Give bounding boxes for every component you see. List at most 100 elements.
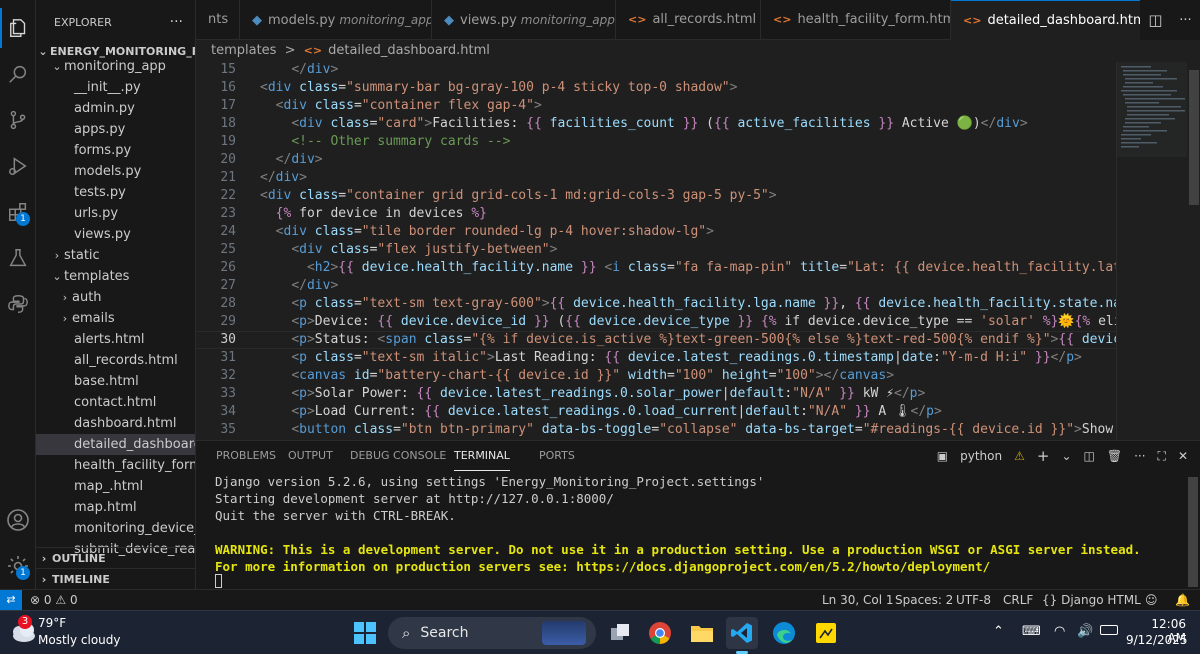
code-token: class: [306, 98, 354, 113]
windows-taskbar: 3 79°F Mostly cloudy ⌕ Search ⌃ ⌨ ◠ 🔊 12…: [0, 610, 1200, 654]
panel-tab[interactable]: TERMINAL: [454, 441, 510, 471]
breadcrumb-file[interactable]: detailed_dashboard.html: [328, 43, 490, 58]
copilot-icon[interactable]: ☺: [1145, 590, 1158, 611]
file-item[interactable]: all_records.html: [36, 350, 195, 371]
editor-tab[interactable]: <> health_facility_form.html: [761, 0, 951, 40]
code-token: {{: [604, 350, 621, 365]
panel-tab[interactable]: OUTPUT: [288, 441, 333, 471]
code-token: =: [839, 260, 848, 275]
terminal-scrollbar[interactable]: [1188, 477, 1198, 587]
code-token: 🌞: [1058, 314, 1075, 329]
file-item[interactable]: map.html: [36, 497, 195, 518]
cursor-position[interactable]: Ln 30, Col 1: [822, 590, 894, 611]
file-item[interactable]: contact.html: [36, 392, 195, 413]
run-debug-icon[interactable]: [0, 146, 36, 186]
battery-icon[interactable]: [1100, 625, 1118, 635]
show-hidden-icons-chevron-icon[interactable]: ⌃: [993, 624, 1004, 639]
split-terminal-icon[interactable]: ◫: [1084, 449, 1095, 463]
search-icon[interactable]: [0, 54, 36, 94]
chevron-down-icon: ⌄: [52, 270, 62, 283]
remote-indicator-icon[interactable]: ⇄: [0, 590, 22, 611]
taskbar-search-box[interactable]: ⌕ Search: [388, 617, 596, 649]
terminal-output[interactable]: Django version 5.2.6, using settings 'En…: [215, 473, 1141, 575]
testing-icon[interactable]: [0, 238, 36, 278]
settings-gear-icon[interactable]: 1: [0, 546, 36, 586]
file-item[interactable]: forms.py: [36, 140, 195, 161]
file-item[interactable]: admin.py: [36, 98, 195, 119]
clock-date[interactable]: 9/12/2025: [1126, 633, 1188, 647]
folder-item[interactable]: ⌄ templates: [36, 266, 195, 287]
file-explorer-icon[interactable]: [686, 617, 718, 649]
task-view-icon[interactable]: [604, 617, 636, 649]
extensions-icon[interactable]: 1: [0, 192, 36, 232]
file-item[interactable]: views.py: [36, 224, 195, 245]
chevron-down-icon[interactable]: ⌄: [1061, 449, 1071, 463]
volume-icon[interactable]: 🔊: [1077, 624, 1093, 639]
language-mode[interactable]: {} Django HTML: [1042, 590, 1141, 611]
panel-tab[interactable]: DEBUG CONSOLE: [350, 441, 446, 471]
close-panel-icon[interactable]: ✕: [1178, 449, 1188, 463]
problems-indicator[interactable]: ⊗ 0 ⚠ 0: [30, 590, 78, 611]
folder-item[interactable]: › emails: [36, 308, 195, 329]
file-item[interactable]: apps.py: [36, 119, 195, 140]
breadcrumb-folder[interactable]: templates: [211, 43, 276, 58]
code-editor[interactable]: 15 </div> 16 <div class="summary-bar bg-gr…: [196, 62, 1116, 440]
file-item[interactable]: health_facility_form....: [36, 455, 195, 476]
account-icon[interactable]: [0, 500, 36, 540]
folder-item[interactable]: ⌄ monitoring_app: [36, 56, 195, 77]
file-item[interactable]: alerts.html: [36, 329, 195, 350]
outline-section[interactable]: › OUTLINE: [36, 547, 195, 568]
more-actions-icon[interactable]: ···: [1134, 449, 1145, 463]
keyboard-layout-icon[interactable]: ⌨: [1022, 624, 1041, 639]
editor-tab[interactable]: <> all_records.html: [616, 0, 761, 40]
panel-tab[interactable]: PORTS: [539, 441, 575, 471]
code-token: <: [291, 368, 300, 383]
code-token: </: [291, 278, 307, 293]
chevron-right-icon: ›: [62, 291, 68, 304]
code-token: >: [306, 386, 315, 401]
editor-tab[interactable]: <>detailed_dashboard.html✕: [951, 0, 1149, 40]
sticky-notes-icon[interactable]: [810, 617, 842, 649]
file-item[interactable]: monitoring_device_f...: [36, 518, 195, 539]
windows-start-icon[interactable]: [349, 617, 381, 649]
file-item[interactable]: dashboard.html: [36, 413, 195, 434]
panel-tab[interactable]: PROBLEMS: [216, 441, 276, 471]
edge-icon[interactable]: [768, 617, 800, 649]
vscode-taskbar-icon[interactable]: [726, 617, 758, 654]
code-token: =: [854, 422, 863, 437]
indentation[interactable]: Spaces: 2: [895, 590, 953, 611]
file-item[interactable]: models.py: [36, 161, 195, 182]
source-control-icon[interactable]: [0, 100, 36, 140]
terminal-name[interactable]: python: [960, 449, 1002, 463]
new-terminal-icon[interactable]: +: [1037, 447, 1050, 465]
folder-item[interactable]: › static: [36, 245, 195, 266]
code-token: A 🌡: [870, 404, 911, 419]
warning-icon: ⚠: [1014, 449, 1025, 463]
minimap[interactable]: [1116, 62, 1200, 440]
chrome-icon[interactable]: [644, 617, 676, 649]
weather-icon[interactable]: 3: [8, 615, 38, 647]
trash-icon[interactable]: 🗑: [1107, 449, 1122, 463]
more-actions-icon[interactable]: ···: [170, 14, 183, 30]
encoding[interactable]: UTF-8: [956, 590, 991, 611]
file-item[interactable]: detailed_dashboard....: [36, 434, 195, 455]
split-editor-icon[interactable]: ◫: [1148, 11, 1162, 29]
code-token: p: [299, 350, 307, 365]
wifi-icon[interactable]: ◠: [1054, 624, 1065, 639]
editor-tab[interactable]: nts: [196, 0, 240, 40]
editor-tab[interactable]: ◆ views.py monitoring_app: [432, 0, 616, 40]
explorer-icon[interactable]: [0, 8, 36, 48]
timeline-section[interactable]: › TIMELINE: [36, 568, 195, 589]
folder-item[interactable]: › auth: [36, 287, 195, 308]
notifications-bell-icon[interactable]: 🔔: [1175, 590, 1190, 611]
more-actions-icon[interactable]: ···: [1179, 13, 1191, 28]
editor-tab[interactable]: ◆ models.py monitoring_app: [240, 0, 432, 40]
maximize-panel-icon[interactable]: ⛶: [1158, 449, 1166, 464]
file-item[interactable]: base.html: [36, 371, 195, 392]
file-item[interactable]: __init__.py: [36, 77, 195, 98]
python-icon[interactable]: [0, 284, 36, 324]
file-item[interactable]: urls.py: [36, 203, 195, 224]
file-item[interactable]: map_.html: [36, 476, 195, 497]
file-item[interactable]: tests.py: [36, 182, 195, 203]
end-of-line[interactable]: CRLF: [1003, 590, 1033, 611]
